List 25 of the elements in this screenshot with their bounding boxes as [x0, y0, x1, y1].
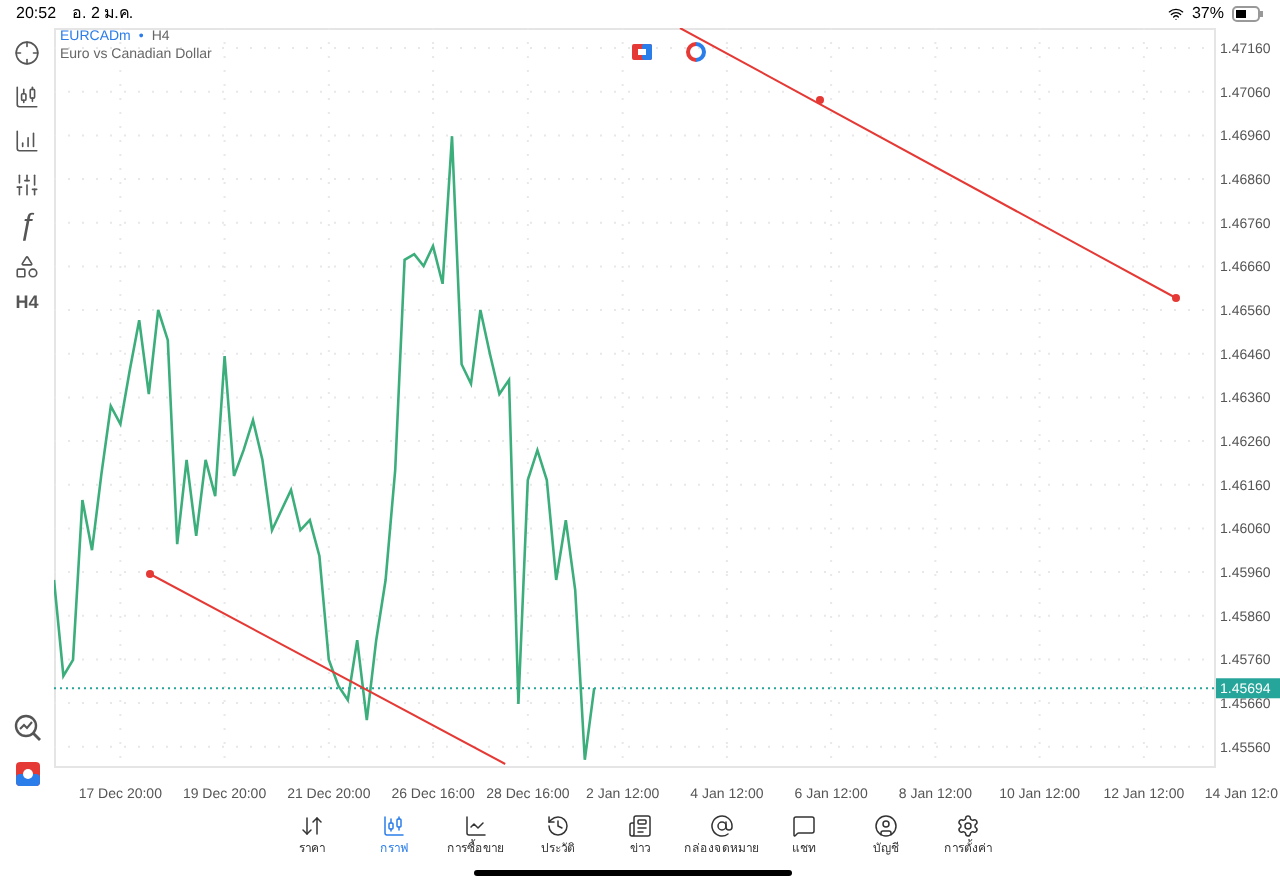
app-logo-icon[interactable] [15, 762, 39, 786]
sliders-icon[interactable] [14, 172, 40, 198]
history-icon [546, 814, 570, 838]
function-button[interactable]: ƒ [18, 210, 36, 240]
candlestick-icon [382, 814, 406, 838]
status-date: อ. 2 ม.ค. [72, 2, 134, 26]
bar-chart-icon[interactable] [14, 128, 40, 154]
status-time: 20:52 [16, 2, 57, 26]
newspaper-icon [628, 814, 652, 838]
timeframe-button[interactable]: H4 [15, 294, 39, 312]
battery-icon [1232, 6, 1264, 22]
settings-icon [956, 814, 980, 838]
user-icon [874, 814, 898, 838]
trade-icon[interactable] [632, 44, 652, 60]
arrows-icon [300, 814, 324, 838]
battery-percent: 37% [1191, 2, 1224, 26]
chat-icon [792, 814, 816, 838]
line-chart-icon [464, 814, 488, 838]
shapes-icon[interactable] [14, 254, 40, 280]
wifi-icon [1167, 6, 1184, 22]
candlestick-icon[interactable] [14, 84, 40, 110]
one-click-icon[interactable] [686, 42, 706, 62]
at-sign-icon [710, 814, 734, 838]
zoom-chart-icon[interactable] [13, 714, 41, 742]
crosshair-icon[interactable] [14, 40, 40, 66]
